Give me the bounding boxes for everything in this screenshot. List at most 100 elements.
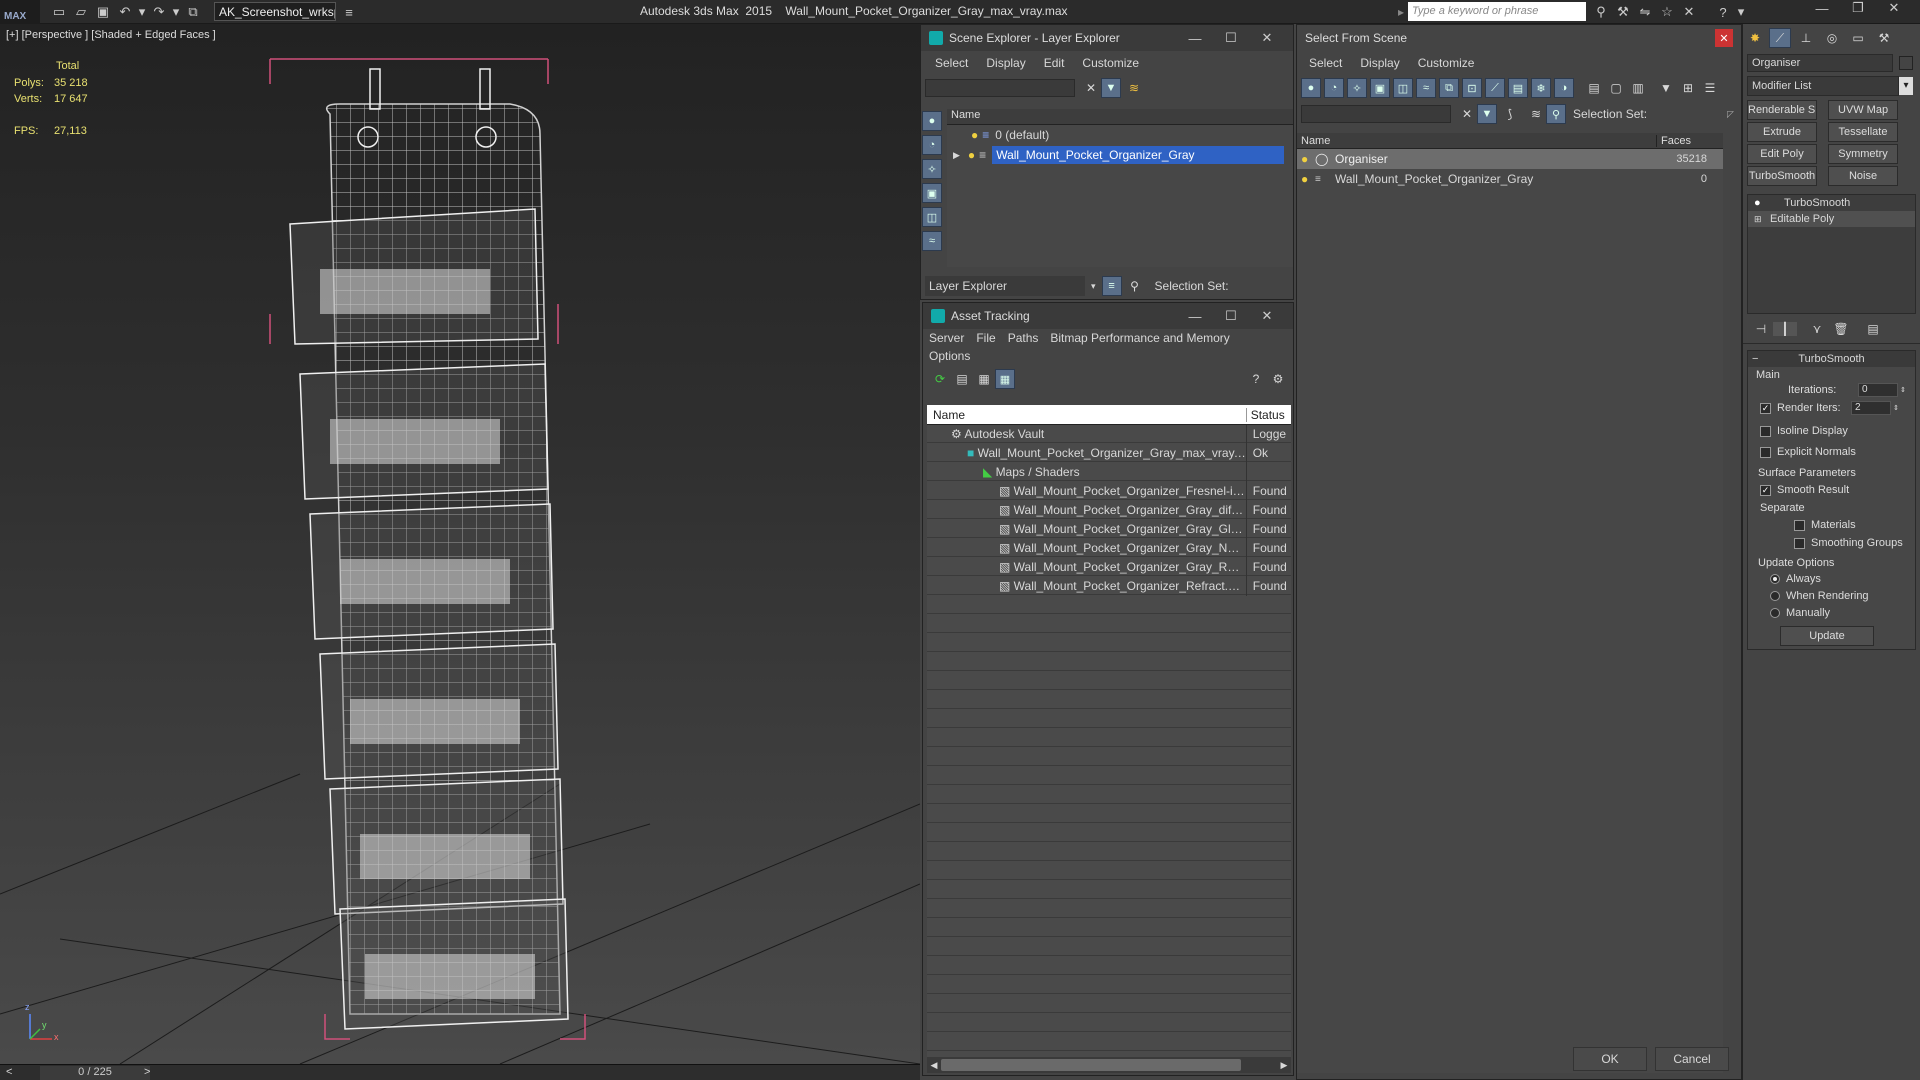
explicit-normals-row[interactable]: Explicit Normals xyxy=(1760,446,1856,458)
motion-tab-icon[interactable]: ◎ xyxy=(1821,28,1843,48)
modifier-list-dropdown[interactable]: Modifier List xyxy=(1747,76,1899,96)
object-name-field[interactable]: Organiser xyxy=(1747,54,1893,72)
asset-row[interactable]: ▧ Wall_Mount_Pocket_Organizer_Refract.pn… xyxy=(927,577,1291,596)
hidden-filter-icon[interactable]: ◑ xyxy=(1554,78,1574,98)
menu-display[interactable]: Display xyxy=(1360,56,1399,70)
symmetry-button[interactable]: Symmetry xyxy=(1828,144,1898,164)
ok-button[interactable]: OK xyxy=(1573,1047,1647,1071)
layer-row-selected[interactable]: ▶ ● ≡ Wall_Mount_Pocket_Organizer_Gray xyxy=(947,145,1293,165)
shapes-filter-icon[interactable]: ◔ xyxy=(1324,78,1344,98)
settings-icon[interactable]: ⚙ xyxy=(1267,372,1289,386)
horizontal-scrollbar[interactable]: ◀ ▶ xyxy=(927,1057,1291,1073)
menu-display[interactable]: Display xyxy=(986,56,1025,70)
dropdown-arrow-icon[interactable]: ▾ xyxy=(1091,281,1096,292)
scene-explorer-titlebar[interactable]: Scene Explorer - Layer Explorer — ☐ ✕ xyxy=(921,25,1293,51)
tessellate-button[interactable]: Tessellate xyxy=(1828,122,1898,142)
modify-tab-icon[interactable]: ⟋ xyxy=(1769,28,1791,48)
xrefs-filter-icon[interactable]: ⊡ xyxy=(1462,78,1482,98)
minimize-icon[interactable]: — xyxy=(1177,31,1213,46)
noise-button[interactable]: Noise xyxy=(1828,166,1898,186)
hierarchy-filter-icon[interactable]: ⊞ xyxy=(1677,81,1699,95)
lightbulb-icon[interactable]: ● xyxy=(968,148,975,162)
prev-frame-button[interactable]: < xyxy=(6,1066,12,1078)
helpers-filter-icon[interactable]: ◫ xyxy=(1393,78,1413,98)
manually-radio[interactable] xyxy=(1770,608,1780,618)
minimize-icon[interactable]: — xyxy=(1177,309,1213,324)
perspective-viewport[interactable]: [+] [Perspective ] [Shaded + Edged Faces… xyxy=(0,24,920,1064)
asset-row[interactable]: ▧ Wall_Mount_Pocket_Organizer_Gray_Gloss… xyxy=(927,520,1291,539)
scroll-right-icon[interactable]: ▶ xyxy=(1277,1060,1291,1071)
favorites-icon[interactable]: ☆ xyxy=(1656,1,1678,23)
explorer-type-dropdown[interactable]: Layer Explorer xyxy=(925,276,1085,296)
stack-item[interactable]: ⊞ Editable Poly xyxy=(1748,211,1915,227)
select-none-icon[interactable]: ▢ xyxy=(1605,81,1627,95)
binoculars-icon[interactable]: ⚲ xyxy=(1590,1,1612,23)
redo-dropdown-icon[interactable]: ▾ xyxy=(170,1,182,23)
help-icon[interactable]: ? xyxy=(1245,372,1267,386)
extrude-button[interactable]: Extrude xyxy=(1747,122,1817,142)
hierarchy-mode-icon[interactable]: ⚲ xyxy=(1546,104,1566,124)
geometry-filter-icon[interactable]: ● xyxy=(1301,78,1321,98)
menu-customize[interactable]: Customize xyxy=(1082,56,1139,70)
redo-icon[interactable]: ↷ xyxy=(148,1,170,23)
asset-row[interactable]: ▧ Wall_Mount_Pocket_Organizer_Gray_Nor..… xyxy=(927,539,1291,558)
smoothing-groups-checkbox[interactable] xyxy=(1794,537,1805,549)
display-lights-icon[interactable]: ✧ xyxy=(922,159,942,179)
filter-icon[interactable]: ▼ xyxy=(1477,104,1497,124)
menu-paths[interactable]: Paths xyxy=(1008,331,1039,345)
layer-name-header[interactable]: Name xyxy=(947,109,1293,125)
menu-server[interactable]: Server xyxy=(929,331,964,345)
asset-row[interactable]: ■ Wall_Mount_Pocket_Organizer_Gray_max_v… xyxy=(927,444,1291,463)
frame-slider[interactable]: 0 / 225 xyxy=(40,1066,150,1080)
utilities-tab-icon[interactable]: ⚒ xyxy=(1873,28,1895,48)
smooth-result-row[interactable]: ✓ Smooth Result xyxy=(1760,484,1849,496)
manually-row[interactable]: Manually xyxy=(1770,607,1830,619)
collapse-icon[interactable]: − xyxy=(1752,353,1758,365)
help-dropdown-icon[interactable]: ▾ xyxy=(1734,1,1748,23)
when-rendering-row[interactable]: When Rendering xyxy=(1770,590,1869,602)
list-view-icon[interactable]: ▤ xyxy=(951,372,973,386)
uvw-map-button[interactable]: UVW Map xyxy=(1828,100,1898,120)
menu-options[interactable]: Options xyxy=(929,349,970,363)
close-icon[interactable]: ✕ xyxy=(1249,30,1285,46)
table-view-icon[interactable]: ▦ xyxy=(995,369,1015,389)
display-helpers-icon[interactable]: ◫ xyxy=(922,207,942,227)
groups-filter-icon[interactable]: ⧉ xyxy=(1439,78,1459,98)
lightbulb-icon[interactable]: ● xyxy=(1297,152,1311,166)
next-frame-button[interactable]: > xyxy=(144,1066,150,1078)
smoothing-groups-row[interactable]: Smoothing Groups xyxy=(1794,537,1903,549)
menu-edit[interactable]: Edit xyxy=(1044,56,1065,70)
always-row[interactable]: Always xyxy=(1770,573,1821,585)
object-color-swatch[interactable] xyxy=(1899,56,1913,70)
close-icon[interactable]: ✕ xyxy=(1249,308,1285,324)
lightbulb-icon[interactable]: ● xyxy=(1754,197,1770,209)
scroll-left-icon[interactable]: ◀ xyxy=(927,1060,941,1071)
tools-icon[interactable]: ⚒ xyxy=(1612,1,1634,23)
pin-stack-icon[interactable]: ⊣ xyxy=(1749,322,1773,336)
faces-column-header[interactable]: Faces xyxy=(1657,135,1707,147)
undo-icon[interactable]: ↶ xyxy=(114,1,136,23)
scene-search-input[interactable] xyxy=(925,79,1075,97)
lightbulb-icon[interactable]: ● xyxy=(971,128,978,142)
name-column-header[interactable]: Name xyxy=(1297,134,1657,147)
search-input[interactable]: Type a keyword or phrase xyxy=(1408,2,1586,21)
when-rendering-radio[interactable] xyxy=(1770,591,1780,601)
minimize-icon[interactable]: — xyxy=(1804,1,1840,16)
workspace-selector[interactable]: AK_Screenshot_wrksp xyxy=(214,2,336,21)
display-spacewarps-icon[interactable]: ≈ xyxy=(922,231,942,251)
spacewarps-filter-icon[interactable]: ≈ xyxy=(1416,78,1436,98)
layer-mode-icon[interactable]: ≡ xyxy=(1101,276,1122,296)
expand-box-icon[interactable]: ⊞ xyxy=(1754,214,1764,225)
open-file-icon[interactable]: ▱ xyxy=(70,1,92,23)
layer-row[interactable]: ● ≡ 0 (default) xyxy=(947,125,1293,145)
layers-icon[interactable]: ≋ xyxy=(1526,107,1546,121)
app-logo[interactable]: MAX xyxy=(0,0,40,24)
remove-modifier-icon[interactable]: 🗑 xyxy=(1829,322,1853,336)
asset-row[interactable]: ▧ Wall_Mount_Pocket_Organizer_Gray_diffu… xyxy=(927,501,1291,520)
configure-sets-icon[interactable]: ▤ xyxy=(1861,322,1885,336)
save-icon[interactable]: ▣ xyxy=(92,1,114,23)
maximize-icon[interactable]: ☐ xyxy=(1213,308,1249,324)
maximize-icon[interactable]: ☐ xyxy=(1213,30,1249,46)
clear-search-icon[interactable]: ✕ xyxy=(1457,107,1477,121)
menu-customize[interactable]: Customize xyxy=(1418,56,1475,70)
